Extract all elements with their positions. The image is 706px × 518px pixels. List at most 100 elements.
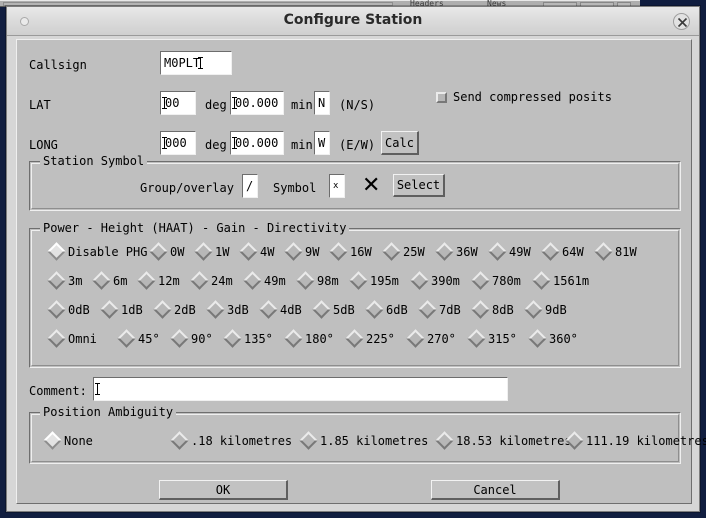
option-label: 24m xyxy=(211,273,233,288)
diamond-radio-icon xyxy=(92,271,111,290)
phg-power-option-4w[interactable]: 4W xyxy=(239,242,274,261)
option-label: 195m xyxy=(370,273,399,288)
phg-height-option-12m[interactable]: 12m xyxy=(137,271,180,290)
phg-gain-option-9db[interactable]: 9dB xyxy=(524,300,567,319)
diamond-radio-icon xyxy=(47,271,66,290)
phg-directivity-option-90[interactable]: 90° xyxy=(170,329,213,348)
phg-height-option-3m[interactable]: 3m xyxy=(47,271,82,290)
phg-power-option-disable[interactable]: Disable PHG xyxy=(47,242,147,261)
phg-directivity-option-360[interactable]: 360° xyxy=(528,329,578,348)
phg-power-option-0w[interactable]: 0W xyxy=(149,242,184,261)
diamond-radio-icon xyxy=(528,329,547,348)
option-label: 5dB xyxy=(333,302,355,317)
option-label: 780m xyxy=(492,273,521,288)
phg-power-option-9w[interactable]: 9W xyxy=(284,242,320,261)
phg-gain-option-0db[interactable]: 0dB xyxy=(47,300,90,319)
symbol-label: Symbol xyxy=(273,181,317,195)
position-ambiguity-option-11119[interactable]: 111.19 kilometres xyxy=(565,431,706,450)
phg-gain-option-7db[interactable]: 7dB xyxy=(418,300,461,319)
phg-gain-option-3db[interactable]: 3dB xyxy=(206,300,249,319)
lat-degrees-input[interactable]: 00 xyxy=(160,91,196,115)
diamond-radio-icon xyxy=(223,329,242,348)
phg-gain-option-2db[interactable]: 2dB xyxy=(153,300,196,319)
phg-directivity-option-270[interactable]: 270° xyxy=(406,329,456,348)
option-label: 18.53 kilometres xyxy=(456,433,572,448)
lat-minutes-input[interactable]: 00.000 xyxy=(230,91,284,115)
close-circle-icon[interactable] xyxy=(673,13,690,30)
phg-gain-option-1db[interactable]: 1dB xyxy=(100,300,143,319)
option-label: Omni xyxy=(68,331,97,346)
phg-directivity-option-45[interactable]: 45° xyxy=(117,329,160,348)
long-hemisphere-input[interactable]: W xyxy=(314,131,330,155)
calc-button[interactable]: Calc xyxy=(381,131,419,155)
long-minutes-input[interactable]: 00.000 xyxy=(230,131,284,155)
cancel-button[interactable]: Cancel xyxy=(431,480,560,500)
callsign-input[interactable]: M0PLT xyxy=(160,51,232,75)
option-label: 64W xyxy=(562,244,584,259)
phg-gain-option-8db[interactable]: 8dB xyxy=(471,300,514,319)
lat-hemisphere-input[interactable]: N xyxy=(314,91,330,115)
phg-directivity-option-135[interactable]: 135° xyxy=(223,329,273,348)
diamond-radio-icon xyxy=(594,242,613,261)
phg-power-option-25w[interactable]: 25W xyxy=(382,242,425,261)
phg-height-option-98m[interactable]: 98m xyxy=(296,271,339,290)
position-ambiguity-option-1853[interactable]: 18.53 kilometres xyxy=(435,431,572,450)
diamond-radio-icon xyxy=(565,431,584,450)
phg-gain-option-6db[interactable]: 6dB xyxy=(365,300,408,319)
group-bevel xyxy=(31,163,679,209)
diamond-radio-icon xyxy=(239,242,258,261)
phg-height-option-49m[interactable]: 49m xyxy=(243,271,286,290)
diamond-radio-icon xyxy=(532,271,551,290)
phg-directivity-option-omni[interactable]: Omni xyxy=(47,329,97,348)
option-label: 390m xyxy=(431,273,460,288)
option-label: 315° xyxy=(488,331,517,346)
long-deg-unit: deg xyxy=(205,138,227,152)
option-label: 9W xyxy=(305,244,320,259)
phg-height-option-390m[interactable]: 390m xyxy=(410,271,460,290)
phg-height-option-780m[interactable]: 780m xyxy=(471,271,521,290)
phg-directivity-option-225[interactable]: 225° xyxy=(345,329,395,348)
position-ambiguity-option-none[interactable]: None xyxy=(43,431,93,450)
option-label: 49m xyxy=(264,273,286,288)
comment-input[interactable] xyxy=(93,377,508,401)
diamond-radio-icon xyxy=(47,242,66,261)
diamond-radio-icon xyxy=(284,329,303,348)
long-minutes-value: 00.000 xyxy=(235,136,279,150)
phg-height-option-195m[interactable]: 195m xyxy=(349,271,399,290)
position-ambiguity-option-185[interactable]: 1.85 kilometres xyxy=(299,431,428,450)
option-label: 1dB xyxy=(121,302,143,317)
phg-height-option-6m[interactable]: 6m xyxy=(92,271,127,290)
phg-height-option-1561m[interactable]: 1561m xyxy=(532,271,589,290)
long-degrees-input[interactable]: 000 xyxy=(160,131,196,155)
diamond-radio-icon xyxy=(149,242,168,261)
phg-height-option-24m[interactable]: 24m xyxy=(190,271,233,290)
diamond-radio-icon xyxy=(190,271,209,290)
ok-button[interactable]: OK xyxy=(159,480,288,500)
symbol-input[interactable]: x xyxy=(329,174,345,198)
phg-gain-option-5db[interactable]: 5dB xyxy=(312,300,355,319)
symbol-preview-icon: ✕ xyxy=(362,173,381,198)
phg-power-option-81w[interactable]: 81W xyxy=(594,242,637,261)
group-overlay-value: / xyxy=(246,179,254,193)
diamond-radio-icon xyxy=(117,329,136,348)
diamond-radio-icon xyxy=(471,271,490,290)
phg-power-option-16w[interactable]: 16W xyxy=(329,242,372,261)
lat-min-unit: min xyxy=(291,98,313,112)
phg-power-option-36w[interactable]: 36W xyxy=(435,242,478,261)
phg-gain-option-4db[interactable]: 4dB xyxy=(259,300,302,319)
phg-directivity-option-180[interactable]: 180° xyxy=(284,329,334,348)
select-symbol-button[interactable]: Select xyxy=(393,174,445,197)
group-overlay-input[interactable]: / xyxy=(242,174,258,198)
diamond-radio-icon xyxy=(345,329,364,348)
lat-degrees-value: 00 xyxy=(165,96,180,110)
send-compressed-posits-checkbox[interactable]: Send compressed posits xyxy=(436,90,612,104)
phg-power-option-49w[interactable]: 49W xyxy=(488,242,531,261)
option-label: 49W xyxy=(509,244,531,259)
position-ambiguity-option-018[interactable]: .18 kilometres xyxy=(170,431,292,450)
phg-directivity-option-315[interactable]: 315° xyxy=(467,329,517,348)
option-label: 45° xyxy=(138,331,160,346)
phg-power-option-1w[interactable]: 1W xyxy=(194,242,229,261)
dialog-titlebar[interactable]: Configure Station xyxy=(7,7,699,36)
option-label: 8dB xyxy=(492,302,514,317)
phg-power-option-64w[interactable]: 64W xyxy=(541,242,584,261)
